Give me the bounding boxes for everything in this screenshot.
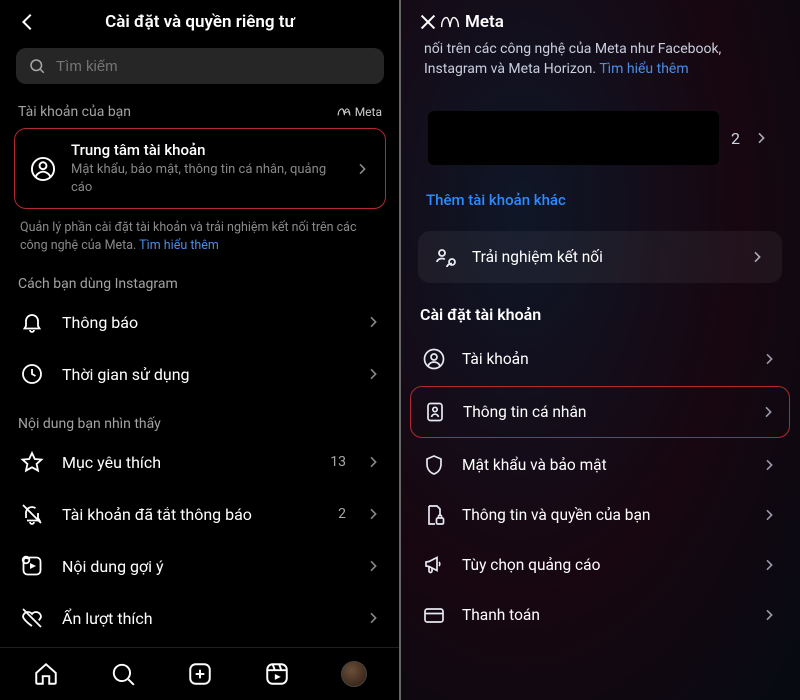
page-title: Cài đặt và quyền riêng tư	[40, 12, 360, 32]
connected-experiences-card[interactable]: Trải nghiệm kết nối	[418, 231, 782, 283]
row-screen-time[interactable]: Thời gian sử dụng	[0, 348, 400, 400]
search-input[interactable]	[56, 58, 372, 75]
clock-icon	[18, 360, 46, 388]
megaphone-icon	[422, 553, 446, 577]
card-body: Trung tâm tài khoản Mật khẩu, bảo mật, t…	[71, 141, 339, 196]
card-title: Trung tâm tài khoản	[71, 141, 339, 159]
header: Cài đặt và quyền riêng tư	[0, 0, 400, 40]
learn-more-link[interactable]: Tìm hiểu thêm	[599, 61, 688, 77]
bottom-nav	[0, 647, 400, 700]
learn-more-link[interactable]: Tìm hiểu thêm	[139, 238, 219, 253]
document-lock-icon	[422, 503, 446, 527]
accounts-center-description: Quản lý phần cài đặt tài khoản và trải n…	[0, 215, 400, 268]
shield-icon	[422, 453, 446, 477]
accounts-center-card[interactable]: Trung tâm tài khoản Mật khẩu, bảo mật, t…	[14, 128, 386, 209]
bell-slash-icon	[18, 500, 46, 528]
row-notifications[interactable]: Thông báo	[0, 296, 400, 348]
chevron-right-icon	[353, 160, 371, 178]
accounts-center-description: nối trên các công nghệ của Meta như Face…	[400, 40, 800, 87]
nav-profile[interactable]	[338, 658, 370, 690]
header: Meta	[400, 0, 800, 40]
nav-home[interactable]	[30, 658, 62, 690]
row-ad-preferences[interactable]: Tùy chọn quảng cáo	[400, 540, 800, 590]
chevron-right-icon	[364, 609, 382, 627]
id-card-icon	[423, 400, 447, 424]
account-center-icon	[29, 155, 57, 183]
chevron-right-icon	[364, 453, 382, 471]
settings-panel: Cài đặt và quyền riêng tư Tài khoản của …	[0, 0, 400, 700]
nav-reels[interactable]	[261, 658, 293, 690]
section-usage-header: Cách bạn dùng Instagram	[0, 268, 400, 296]
chevron-right-icon	[760, 556, 778, 574]
meta-brand-mini: Meta	[337, 105, 382, 119]
chevron-right-icon	[748, 248, 766, 266]
back-button[interactable]	[16, 10, 40, 34]
panel-separator	[399, 0, 401, 700]
row-payments[interactable]: Thanh toán	[400, 590, 800, 640]
row-hide-likes[interactable]: Ẩn lượt thích	[0, 592, 400, 644]
connected-icon	[434, 245, 458, 269]
row-accounts[interactable]: Tài khoản	[400, 334, 800, 384]
heart-slash-icon	[18, 604, 46, 632]
section-content-header: Nội dung bạn nhìn thấy	[0, 408, 400, 436]
search-icon	[28, 57, 46, 75]
account-row[interactable]: 2	[422, 101, 778, 175]
close-button[interactable]	[416, 10, 440, 34]
avatar	[341, 661, 367, 687]
credit-card-icon	[422, 603, 446, 627]
account-redacted	[428, 111, 719, 165]
row-info-permissions[interactable]: Thông tin và quyền của bạn	[400, 490, 800, 540]
chevron-right-icon	[364, 505, 382, 523]
person-circle-icon	[422, 347, 446, 371]
row-suggested-content[interactable]: Nội dung gợi ý	[0, 540, 400, 592]
chevron-right-icon	[760, 350, 778, 368]
row-personal-info[interactable]: Thông tin cá nhân	[410, 386, 790, 438]
chevron-right-icon	[760, 606, 778, 624]
chevron-right-icon	[760, 456, 778, 474]
row-favorites[interactable]: Mục yêu thích 13	[0, 436, 400, 488]
meta-brand-header: Meta	[440, 12, 760, 32]
chevron-right-icon	[364, 313, 382, 331]
chevron-right-icon	[364, 557, 382, 575]
nav-create[interactable]	[184, 658, 216, 690]
nav-search[interactable]	[107, 658, 139, 690]
chevron-right-icon	[364, 365, 382, 383]
card-subtitle: Mật khẩu, bảo mật, thông tin cá nhân, qu…	[71, 161, 339, 196]
section-account-header: Tài khoản của bạn Meta	[0, 96, 400, 124]
section-account-label: Tài khoản của bạn	[18, 104, 131, 120]
accounts-center-panel: Meta nối trên các công nghệ của Meta như…	[400, 0, 800, 700]
chevron-right-icon	[752, 129, 770, 147]
chevron-right-icon	[760, 506, 778, 524]
search-bar[interactable]	[16, 48, 384, 84]
star-icon	[18, 448, 46, 476]
bell-icon	[18, 308, 46, 336]
chevron-right-icon	[759, 403, 777, 421]
section-account-settings: Cài đặt tài khoản	[400, 289, 800, 334]
reels-play-icon	[18, 552, 46, 580]
row-muted-accounts[interactable]: Tài khoản đã tắt thông báo 2	[0, 488, 400, 540]
add-account-link[interactable]: Thêm tài khoản khác	[400, 185, 800, 225]
row-password-security[interactable]: Mật khẩu và bảo mật	[400, 440, 800, 490]
